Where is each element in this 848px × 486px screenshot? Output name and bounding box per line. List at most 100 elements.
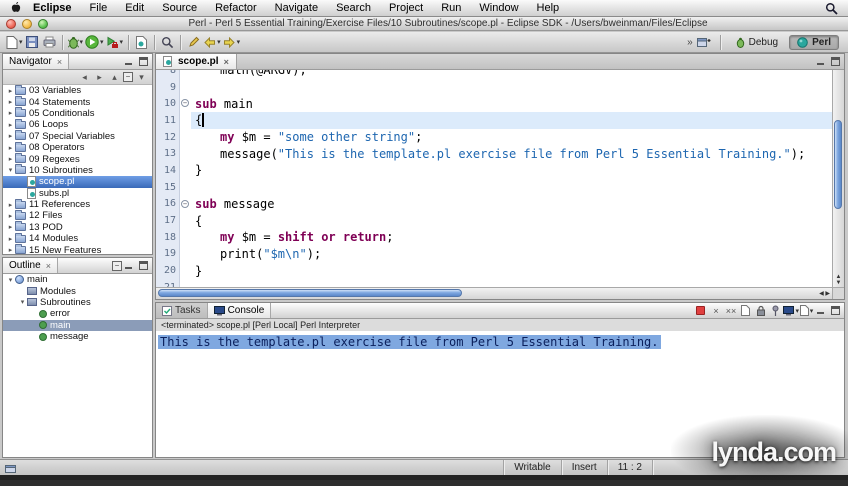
code-line-20[interactable]: 20} <box>156 262 832 279</box>
zoom-window-button[interactable] <box>38 18 48 29</box>
expander-icon[interactable]: ▸ <box>6 212 15 220</box>
open-console-icon[interactable]: ▾ <box>799 304 814 318</box>
code-text[interactable]: my $m = shift or return; <box>191 229 832 246</box>
spotlight-search-icon[interactable] <box>825 2 838 15</box>
expander-icon[interactable]: ▸ <box>6 121 15 129</box>
forward-icon[interactable]: ▸ <box>93 71 106 84</box>
expander-icon[interactable]: ▸ <box>6 223 15 231</box>
perl-perspective-button[interactable]: Perl <box>789 34 839 50</box>
fast-view-icon[interactable] <box>0 463 20 473</box>
menu-source[interactable]: Source <box>153 2 206 14</box>
window-titlebar[interactable]: Perl - Perl 5 Essential Training/Exercis… <box>0 17 848 31</box>
dropdown-icon[interactable]: ▾ <box>100 38 104 46</box>
code-text[interactable]: { <box>191 212 832 229</box>
display-selected-console-icon[interactable]: ▾ <box>783 304 799 318</box>
expander-icon[interactable]: ▸ <box>6 235 15 243</box>
close-tab-icon[interactable]: × <box>224 57 229 67</box>
menu-eclipse[interactable]: Eclipse <box>24 2 81 14</box>
code-text[interactable]: { <box>191 112 832 129</box>
navigator-item-14-modules[interactable]: ▸ 14 Modules <box>3 232 152 244</box>
dropdown-icon[interactable]: ▾ <box>810 307 814 315</box>
code-text[interactable]: } <box>191 162 832 179</box>
open-perspective-icon[interactable] <box>696 33 713 52</box>
maximize-view-icon[interactable] <box>829 56 842 68</box>
editor-horizontal-scrollbar[interactable]: ◀ ▶ <box>156 287 832 299</box>
debug-perspective-button[interactable]: Debug <box>728 35 786 50</box>
dropdown-icon[interactable]: ▾ <box>80 38 84 46</box>
code-text[interactable]: print("$m\n"); <box>191 246 832 263</box>
minimize-view-icon[interactable] <box>814 305 827 317</box>
close-window-button[interactable] <box>6 18 16 29</box>
editor-vertical-scrollbar[interactable]: ▲ ▼ <box>832 70 844 287</box>
code-text[interactable] <box>191 79 832 96</box>
navigator-item-scope-pl[interactable]: scope.pl <box>3 176 152 188</box>
fold-collapse-icon[interactable]: − <box>181 99 189 108</box>
navigator-item-12-files[interactable]: ▸ 12 Files <box>3 209 152 221</box>
code-line-15[interactable]: 15 <box>156 178 832 196</box>
expander-icon[interactable]: ▸ <box>6 144 15 152</box>
outline-item-main[interactable]: ▾ main <box>3 274 152 285</box>
code-text[interactable]: sub message <box>191 196 832 213</box>
navigator-item-10-subroutines[interactable]: ▾ 10 Subroutines <box>3 164 152 176</box>
navigator-item-15-new-features[interactable]: ▸ 15 New Features <box>3 244 152 254</box>
forward-icon[interactable]: ▾ <box>222 33 242 52</box>
navigator-item-07-special-variables[interactable]: ▸ 07 Special Variables <box>3 130 152 142</box>
tab-navigator[interactable]: Navigator × <box>3 54 70 69</box>
clear-console-icon[interactable] <box>738 304 753 318</box>
code-line-10[interactable]: 10− sub main <box>156 95 832 113</box>
save-icon[interactable] <box>24 33 41 52</box>
tab-console[interactable]: Console <box>207 303 272 318</box>
minimize-window-button[interactable] <box>22 18 32 29</box>
code-text[interactable] <box>191 279 832 287</box>
code-line-18[interactable]: 18 my $m = shift or return; <box>156 228 832 246</box>
scroll-lock-icon[interactable] <box>753 304 768 318</box>
run-icon[interactable]: ▾ <box>84 33 105 52</box>
code-line-17[interactable]: 17 { <box>156 212 832 229</box>
menu-help[interactable]: Help <box>528 2 569 14</box>
outline-item-modules[interactable]: Modules <box>3 285 152 297</box>
code-line-12[interactable]: 12 my $m = "some other string"; <box>156 128 832 146</box>
scroll-down-icon[interactable]: ▼ <box>836 280 842 286</box>
navigator-item-13-pod[interactable]: ▸ 13 POD <box>3 221 152 233</box>
up-icon[interactable]: ▴ <box>108 71 121 84</box>
back-icon[interactable]: ◂ <box>78 71 91 84</box>
new-perl-file-icon[interactable] <box>133 33 150 52</box>
maximize-view-icon[interactable] <box>137 260 150 272</box>
navigator-item-08-operators[interactable]: ▸ 08 Operators <box>3 141 152 153</box>
outline-item-subroutines[interactable]: ▾ Subroutines <box>3 297 152 308</box>
dropdown-icon[interactable]: ▾ <box>19 38 23 46</box>
back-icon[interactable]: ▾ <box>202 33 222 52</box>
code-line-16[interactable]: 16− sub message <box>156 195 832 213</box>
code-text[interactable]: } <box>191 262 832 279</box>
expander-icon[interactable]: ▸ <box>6 132 15 140</box>
navigator-item-03-variables[interactable]: ▸ 03 Variables <box>3 85 152 96</box>
code-text[interactable]: math(@ARGV); <box>191 70 832 79</box>
collapse-all-icon[interactable]: − <box>123 72 133 82</box>
code-line-14[interactable]: 14} <box>156 162 832 179</box>
editor-tab-scope-pl[interactable]: scope.pl × <box>156 54 237 69</box>
scrollbar-thumb[interactable] <box>158 289 463 297</box>
code-line-21[interactable]: 21 <box>156 278 832 287</box>
menu-file[interactable]: File <box>81 2 117 14</box>
navigator-item-subs-pl[interactable]: subs.pl <box>3 187 152 199</box>
code-text[interactable]: sub main <box>191 95 832 112</box>
tab-outline[interactable]: Outline × <box>3 258 58 273</box>
expander-icon[interactable]: ▸ <box>6 109 15 117</box>
apple-menu-icon[interactable] <box>10 1 22 15</box>
outline-item-error[interactable]: error <box>3 308 152 319</box>
menu-project[interactable]: Project <box>380 2 432 14</box>
tab-tasks[interactable]: Tasks <box>156 303 208 318</box>
dropdown-icon[interactable]: ▾ <box>217 38 221 46</box>
scroll-left-icon[interactable]: ◀ <box>819 291 824 297</box>
debug-icon[interactable]: ▾ <box>67 33 85 52</box>
collapse-all-icon[interactable]: − <box>112 260 122 271</box>
terminate-icon[interactable] <box>693 304 708 318</box>
minimize-view-icon[interactable] <box>122 260 135 272</box>
expander-icon[interactable]: ▾ <box>6 166 15 174</box>
code-line-13[interactable]: 13 message("This is the template.pl exerc… <box>156 145 832 163</box>
fold-collapse-icon[interactable]: − <box>181 199 189 208</box>
navigator-item-05-conditionals[interactable]: ▸ 05 Conditionals <box>3 107 152 119</box>
expander-icon[interactable]: ▸ <box>6 246 15 254</box>
expander-icon[interactable]: ▾ <box>6 276 15 284</box>
navigator-item-04-statements[interactable]: ▸ 04 Statements <box>3 96 152 108</box>
